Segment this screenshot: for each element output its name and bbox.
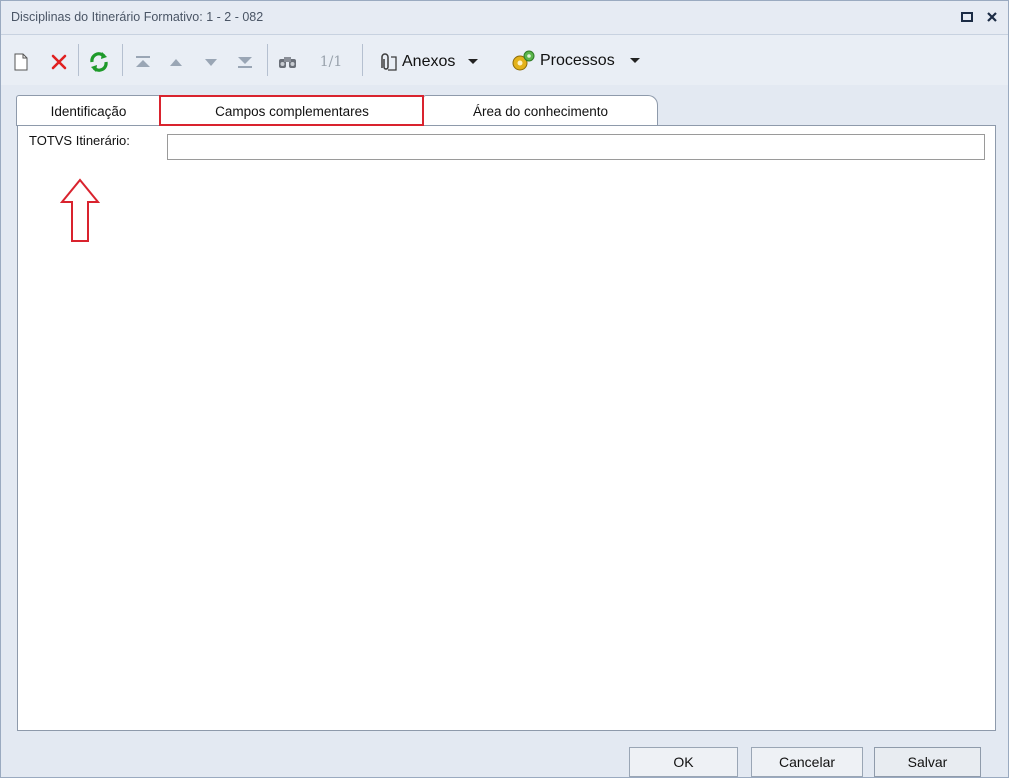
itinerary-label: TOTVS Itinerário: bbox=[29, 133, 130, 148]
chevron-down-icon bbox=[629, 58, 640, 63]
processes-menu-button[interactable]: Processos bbox=[511, 48, 661, 74]
window-title: Disciplinas do Itinerário Formativo: 1 -… bbox=[11, 10, 264, 24]
delete-icon[interactable] bbox=[48, 51, 70, 73]
chevron-down-icon bbox=[468, 59, 479, 64]
cancel-button[interactable]: Cancelar bbox=[751, 747, 863, 777]
search-icon[interactable] bbox=[277, 52, 299, 72]
close-icon[interactable] bbox=[983, 8, 1001, 26]
save-button-label: Salvar bbox=[907, 754, 948, 770]
previous-record-icon[interactable] bbox=[166, 52, 186, 72]
tab-area-do-conhecimento[interactable]: Área do conhecimento bbox=[423, 95, 658, 126]
toolbar-separator bbox=[362, 44, 363, 76]
cancel-button-label: Cancelar bbox=[778, 754, 836, 770]
save-button[interactable]: Salvar bbox=[874, 747, 981, 777]
restore-icon[interactable] bbox=[958, 8, 976, 26]
tab-content-panel bbox=[17, 125, 996, 731]
processes-label: Processos bbox=[540, 52, 615, 69]
first-record-icon[interactable] bbox=[132, 52, 154, 72]
paperclip-icon bbox=[381, 53, 397, 71]
tab-label: Campos complementares bbox=[215, 103, 369, 119]
itinerary-input[interactable] bbox=[167, 134, 985, 160]
tab-campos-complementares[interactable]: Campos complementares bbox=[159, 95, 425, 126]
next-record-icon[interactable] bbox=[201, 52, 221, 72]
tab-label: Área do conhecimento bbox=[472, 103, 609, 119]
attachments-label: Anexos bbox=[402, 53, 456, 70]
toolbar-separator bbox=[267, 44, 268, 76]
gears-icon bbox=[512, 50, 535, 71]
toolbar-separator bbox=[78, 44, 79, 76]
toolbar-separator bbox=[122, 44, 123, 76]
title-bar: Disciplinas do Itinerário Formativo: 1 -… bbox=[1, 1, 1008, 35]
attachments-menu-button[interactable]: Anexos bbox=[376, 50, 496, 74]
tab-label: Identificação bbox=[50, 103, 127, 119]
ok-button[interactable]: OK bbox=[629, 747, 738, 777]
last-record-icon[interactable] bbox=[234, 52, 256, 72]
ok-button-label: OK bbox=[673, 754, 694, 770]
up-arrow-annotation-icon bbox=[59, 178, 101, 247]
tab-identificacao[interactable]: Identificação bbox=[16, 95, 161, 126]
pager-text: 1/1 bbox=[319, 54, 343, 70]
dialog-window: Disciplinas do Itinerário Formativo: 1 -… bbox=[0, 0, 1009, 778]
new-document-icon[interactable] bbox=[11, 51, 31, 73]
refresh-icon[interactable] bbox=[87, 50, 111, 74]
